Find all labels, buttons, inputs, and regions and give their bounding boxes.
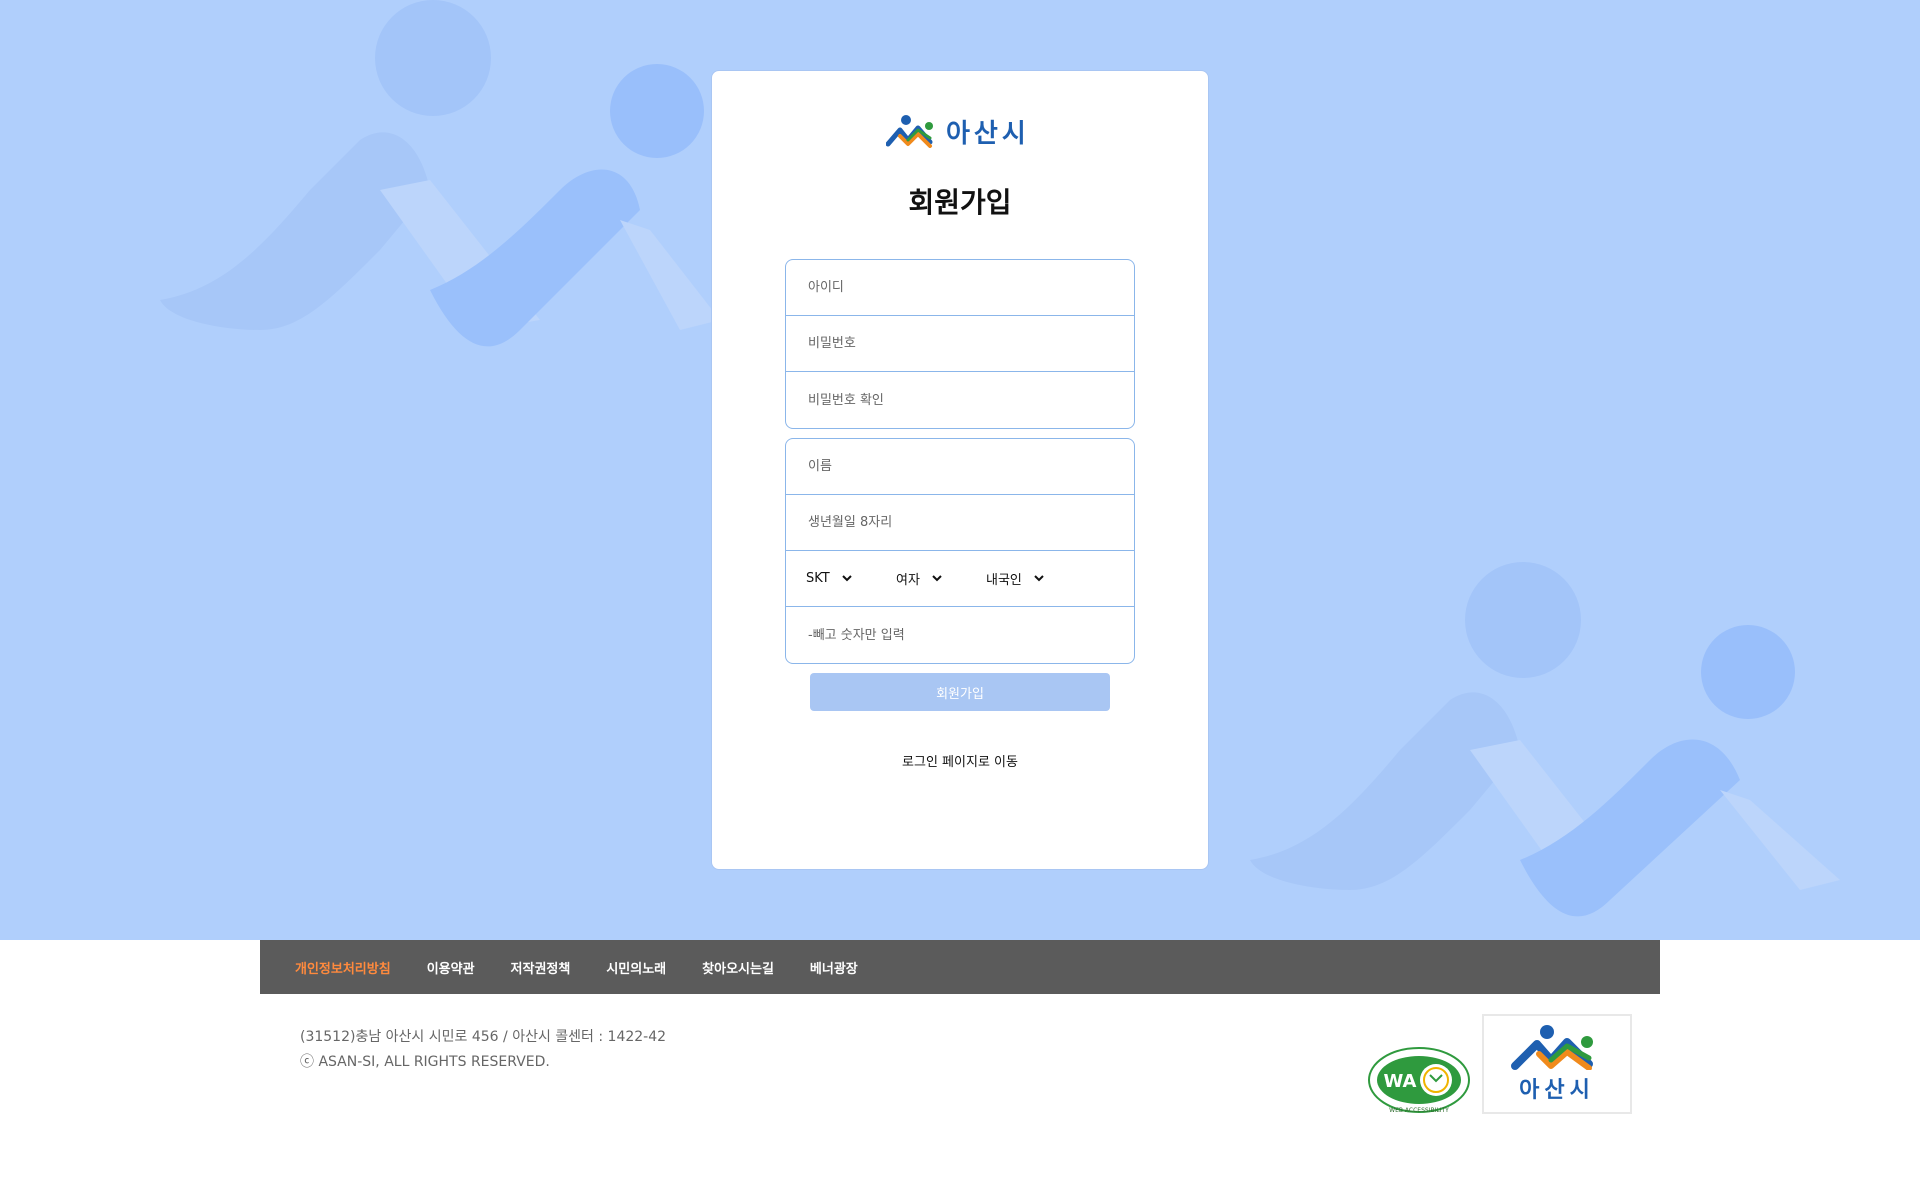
footer-link-privacy[interactable]: 개인정보처리방침	[295, 958, 391, 977]
login-page-link[interactable]: 로그인 페이지로 이동	[712, 751, 1208, 770]
name-input[interactable]	[806, 458, 1110, 475]
footer-info: (31512)충남 아산시 시민로 456 / 아산시 콜센터 : 1422-4…	[300, 1025, 666, 1075]
chevron-down-icon	[1034, 575, 1044, 582]
birth-field	[786, 495, 1134, 551]
phone-field	[786, 607, 1134, 663]
asan-logo: 아산시	[886, 109, 1030, 153]
chevron-down-icon	[932, 575, 942, 582]
name-field	[786, 439, 1134, 495]
birth-input[interactable]	[806, 514, 1110, 531]
username-field	[786, 260, 1134, 316]
footer-nav: 개인정보처리방침 이용약관 저작권정책 시민의노래 찾아오시는길 베너광장	[260, 940, 1660, 994]
account-field-group	[785, 259, 1135, 429]
username-input[interactable]	[806, 279, 1110, 296]
select-row: SKT 여자 내국인	[786, 551, 1134, 607]
password-confirm-input[interactable]	[806, 391, 1110, 409]
carrier-select[interactable]: SKT	[806, 571, 896, 586]
chevron-down-icon	[842, 575, 852, 582]
footer-link-directions[interactable]: 찾아오시는길	[702, 958, 774, 977]
footer-address: (31512)충남 아산시 시민로 456 / 아산시 콜센터 : 1422-4…	[300, 1029, 667, 1045]
signup-button[interactable]: 회원가입	[810, 673, 1110, 711]
logo-text: 아산시	[946, 118, 1030, 149]
footer-link-city-song[interactable]: 시민의노래	[606, 958, 666, 977]
carrier-value: SKT	[806, 571, 830, 586]
phone-input[interactable]	[806, 626, 1110, 644]
footer-link-terms[interactable]: 이용약관	[427, 958, 475, 977]
footer-link-copyright[interactable]: 저작권정책	[511, 958, 571, 977]
profile-field-group: SKT 여자 내국인	[785, 438, 1135, 664]
asan-footer-logo-text: 아산시	[1519, 1078, 1595, 1103]
asan-footer-logo: 아산시	[1482, 1014, 1632, 1114]
gender-select[interactable]: 여자	[896, 569, 986, 588]
wa-badge-text: WA	[1384, 1071, 1417, 1092]
hero-background: 아산시 회원가입 SKT	[0, 0, 1920, 940]
password-confirm-field	[786, 372, 1134, 428]
footer-link-banner[interactable]: 베너광장	[810, 958, 858, 977]
web-accessibility-badge: WA WEB ACCESSIBILITY	[1366, 1045, 1472, 1115]
page-title: 회원가입	[908, 186, 1012, 219]
nationality-select[interactable]: 내국인	[986, 569, 1076, 588]
password-field	[786, 316, 1134, 372]
nationality-value: 내국인	[986, 573, 1022, 588]
asan-logo-icon	[1511, 1025, 1593, 1070]
wa-badge-caption: WEB ACCESSIBILITY	[1389, 1107, 1449, 1114]
gender-value: 여자	[896, 573, 920, 588]
signup-card: 아산시 회원가입 SKT	[711, 70, 1209, 870]
asan-logo-icon	[886, 115, 933, 148]
footer-copyright: ⓒ ASAN-SI, ALL RIGHTS RESERVED.	[300, 1054, 550, 1070]
password-input[interactable]	[806, 335, 1110, 352]
